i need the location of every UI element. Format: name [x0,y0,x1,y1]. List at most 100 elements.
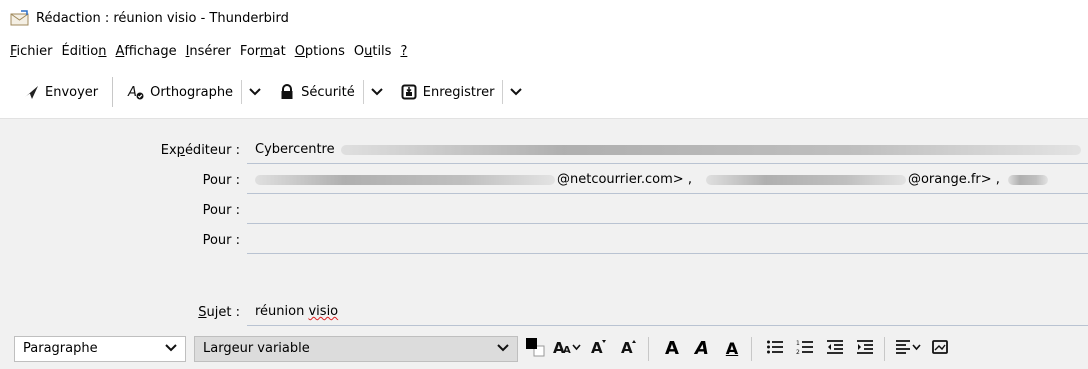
save-label: Enregistrer [422,84,495,100]
svg-text:A: A [621,339,633,357]
to-label: Pour : [202,232,240,248]
subject-input[interactable]: réunion visio [247,298,1088,326]
spelling-button[interactable]: A Orthographe [119,75,241,109]
split-divider [502,80,504,104]
redacted-address [1007,174,1048,185]
paragraph-format-value: Paragraphe [23,341,98,356]
underline-icon: A [725,339,739,358]
font-size-button[interactable]: AA [552,336,582,362]
text-color-button[interactable] [522,336,548,362]
send-button[interactable]: Envoyer [14,75,106,109]
subject-word-misspelled: visio [308,304,339,319]
menu-edition[interactable]: Édition [58,44,111,59]
redacted-address [255,174,555,185]
menu-fichier[interactable]: Fichier [6,44,57,59]
spelling-icon: A [127,83,145,101]
align-left-icon [895,339,923,359]
lock-icon [278,83,296,101]
underline-button[interactable]: A [719,336,745,362]
save-button[interactable]: Enregistrer [392,75,503,109]
to-row-empty: Pour : [0,195,1088,225]
security-label: Sécurité [301,84,355,100]
toolbar-separator [884,336,885,361]
from-field[interactable]: Cybercentre [247,136,1088,164]
outdent-icon [826,339,844,359]
chevron-down-icon [497,341,509,356]
to-recipient[interactable]: @orange.fr> , [908,172,1000,187]
spelling-dropdown[interactable] [244,77,266,107]
menu-format[interactable]: Format [236,44,290,59]
compose-toolbar: Envoyer A Orthographe Sécurité Enregistr… [0,66,1088,118]
menu-help[interactable]: ? [396,44,411,59]
font-family-select[interactable]: Largeur variable [194,335,518,362]
bold-icon: A [665,338,679,359]
subject-label: Sujet : [198,304,240,320]
indent-icon [856,339,874,359]
menu-outils[interactable]: Outils [350,44,396,59]
decrease-font-icon: A [589,337,609,361]
decrease-font-size-button[interactable]: A [586,336,612,362]
insert-button[interactable] [927,336,953,362]
svg-text:A: A [127,85,137,100]
toolbar-separator [112,77,114,107]
security-button[interactable]: Sécurité [270,75,363,109]
svg-text:2: 2 [796,349,800,355]
to-recipient[interactable]: @netcourrier.com> , [557,172,692,187]
format-toolbar: Paragraphe Largeur variable AA A A A A A… [0,328,1088,369]
to-label: Pour : [202,202,240,218]
svg-text:A: A [591,339,603,357]
send-icon [22,83,40,101]
font-size-icon: AA [552,337,582,361]
from-label: Expéditeur : [160,142,240,158]
numbered-list-icon: 12 [796,339,814,359]
save-dropdown[interactable] [505,77,527,107]
from-row: Expéditeur : Cybercentre [0,135,1088,165]
bold-button[interactable]: A [659,336,685,362]
bullet-list-icon [766,339,784,359]
paragraph-format-select[interactable]: Paragraphe [14,335,186,362]
redacted-address [340,144,1081,155]
redacted-address [705,174,906,185]
svg-text:1: 1 [796,340,800,347]
menu-affichage[interactable]: Affichage [112,44,181,59]
menu-inserer[interactable]: Insérer [182,44,235,59]
chevron-down-icon [165,341,177,356]
window-title: Rédaction : réunion visio - Thunderbird [36,10,289,26]
to-field-empty[interactable] [247,196,1088,224]
menu-bar: Fichier Édition Affichage Insérer Format… [0,36,1088,66]
increase-font-size-button[interactable]: A [616,336,642,362]
from-value: Cybercentre [255,142,335,157]
chevron-down-icon [249,85,261,100]
toolbar-separator [648,336,649,361]
text-color-icon [524,336,546,362]
to-field-empty[interactable] [247,226,1088,254]
save-icon [400,83,418,101]
outdent-button[interactable] [822,336,848,362]
chevron-down-icon [510,85,523,100]
font-family-value: Largeur variable [203,341,310,356]
to-field[interactable]: @netcourrier.com> , @orange.fr> , [247,166,1088,194]
spelling-label: Orthographe [150,84,234,100]
insert-image-icon [932,339,948,359]
send-label: Envoyer [45,84,99,100]
chevron-down-icon [371,85,383,100]
svg-text:A: A [563,345,571,356]
toolbar-separator [751,336,752,361]
split-divider [241,80,243,104]
security-dropdown[interactable] [366,77,388,107]
compose-envelope-icon [10,10,30,26]
split-divider [362,80,364,104]
align-button[interactable] [895,336,923,362]
indent-button[interactable] [852,336,878,362]
italic-icon: A [695,338,709,359]
compose-headers: Expéditeur : Cybercentre Pour : @netcour… [0,118,1088,328]
bullet-list-button[interactable] [762,336,788,362]
subject-word: réunion [255,304,305,319]
increase-font-icon: A [619,337,639,361]
numbered-list-button[interactable]: 12 [792,336,818,362]
to-label: Pour : [202,172,240,188]
menu-options[interactable]: Options [291,44,349,59]
to-row-empty: Pour : [0,225,1088,255]
italic-button[interactable]: A [689,336,715,362]
title-bar: Rédaction : réunion visio - Thunderbird [0,0,1088,36]
